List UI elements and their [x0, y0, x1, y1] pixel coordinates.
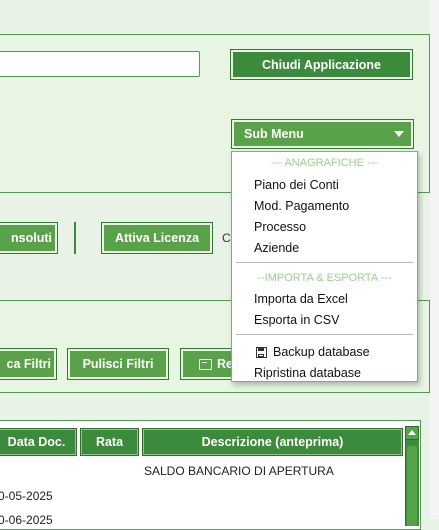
submenu-popup: --- ANAGRAFICHE --- Piano dei Conti Mod.…	[231, 151, 418, 382]
table-row[interactable]: 0-05-2025	[0, 489, 53, 503]
floppy-disk-icon	[256, 346, 267, 358]
apply-filters-button[interactable]: ca Filtri	[0, 348, 57, 380]
submenu-dropdown[interactable]: Sub Menu	[231, 119, 414, 149]
menu-item-importa-excel[interactable]: Importa da Excel	[254, 292, 348, 306]
menu-item-esporta-csv[interactable]: Esporta in CSV	[254, 313, 339, 327]
search-input[interactable]	[0, 51, 200, 77]
menu-header-anagrafiche: --- ANAGRAFICHE ---	[271, 157, 378, 169]
column-header-date[interactable]: Data Doc.	[0, 428, 77, 456]
menu-header-importa-esporta: --IMPORTA & ESPORTA ---	[257, 272, 392, 284]
menu-item-backup-database[interactable]: Backup database	[256, 345, 370, 359]
menu-item-processo[interactable]: Processo	[254, 220, 306, 234]
activate-license-button[interactable]: Attiva Licenza	[101, 222, 213, 254]
window-right-edge	[430, 0, 439, 519]
menu-separator	[236, 334, 413, 335]
column-header-description[interactable]: Descrizione (anteprima)	[142, 428, 403, 456]
menu-item-ripristina-database[interactable]: Ripristina database	[254, 366, 361, 380]
submenu-label: Sub Menu	[244, 127, 304, 141]
close-application-button[interactable]: Chiudi Applicazione	[230, 49, 413, 80]
table-row[interactable]: 0-06-2025	[0, 513, 53, 527]
report-icon	[199, 358, 212, 370]
menu-separator	[236, 262, 413, 263]
scroll-up-button[interactable]	[405, 426, 419, 440]
chevron-down-icon	[394, 131, 404, 137]
column-header-rata[interactable]: Rata	[80, 428, 139, 456]
scrollbar-thumb[interactable]	[407, 446, 417, 526]
menu-item-piano-dei-conti[interactable]: Piano dei Conti	[254, 178, 339, 192]
partial-label: C	[222, 231, 231, 245]
insoluti-button[interactable]: nsoluti	[0, 222, 58, 254]
menu-item-mod-pagamento[interactable]: Mod. Pagamento	[254, 199, 349, 213]
table-row[interactable]: SALDO BANCARIO DI APERTURA	[144, 464, 334, 478]
menu-item-label: Backup database	[273, 345, 370, 359]
chevron-up-icon	[408, 430, 416, 435]
clear-filters-button[interactable]: Pulisci Filtri	[67, 348, 169, 380]
menu-item-aziende[interactable]: Aziende	[254, 241, 299, 255]
toolbar-separator	[74, 222, 76, 254]
